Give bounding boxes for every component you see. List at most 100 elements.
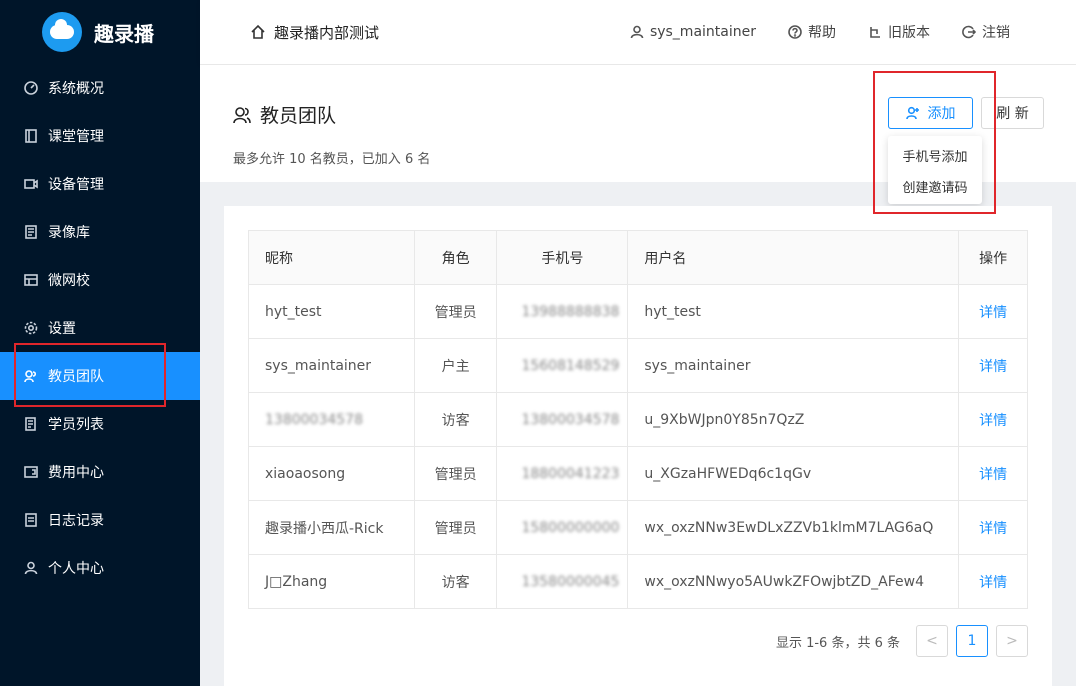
cell-role: 管理员 — [413, 446, 498, 501]
old-version-link[interactable]: 旧版本 — [868, 22, 930, 42]
home-icon — [251, 24, 265, 39]
sidebar-item-label: 教员团队 — [48, 369, 104, 385]
cell-username: sys_maintainer — [627, 338, 960, 393]
billing-icon — [24, 465, 38, 479]
rollback-icon — [870, 27, 880, 38]
sidebar-item-label: 个人中心 — [48, 561, 104, 577]
log-icon — [24, 513, 38, 527]
logout-link[interactable]: 注销 — [962, 22, 1010, 42]
details-link[interactable]: 详情 — [979, 359, 1007, 375]
column-header-phone: 手机号 — [496, 230, 629, 285]
student-list-icon — [24, 417, 38, 431]
add-member-button[interactable]: 添加 — [888, 97, 973, 129]
menu-item-add-by-phone[interactable]: 手机号添加 — [888, 140, 982, 171]
refresh-button[interactable]: 刷 新 — [981, 97, 1044, 129]
table-row: 趣录播小西瓜-Rick 管理员 15800000000 wx_oxzNNw3Ew… — [248, 500, 1028, 555]
logout-icon — [962, 25, 976, 39]
prev-page-button[interactable]: < — [916, 625, 948, 657]
brand[interactable]: 趣录播 — [0, 0, 200, 64]
sidebar-item-logs[interactable]: 日志记录 — [0, 496, 200, 544]
cell-nickname: hyt_test — [248, 284, 415, 339]
cell-phone: 13988888838 — [496, 284, 629, 339]
sidebar-item-library[interactable]: 录像库 — [0, 208, 200, 256]
user-icon — [24, 561, 38, 575]
sidebar-item-class[interactable]: 课堂管理 — [0, 112, 200, 160]
org-title[interactable]: 趣录播内部测试 — [250, 22, 379, 43]
pagination-total: 显示 1-6 条，共 6 条 — [775, 635, 900, 651]
team-icon — [24, 369, 38, 383]
cloud-logo-icon — [42, 12, 82, 52]
table-row: J□Zhang 访客 13580000045 wx_oxzNNwyo5AUwkZ… — [248, 554, 1028, 609]
cell-nickname: xiaoaosong — [248, 446, 415, 501]
details-link[interactable]: 详情 — [979, 467, 1007, 483]
refresh-button-label: 刷 新 — [996, 106, 1029, 122]
table-row: hyt_test 管理员 13988888838 hyt_test 详情 — [248, 284, 1028, 339]
username-label: sys_maintainer — [649, 24, 756, 40]
table-header-row: 昵称 角色 手机号 用户名 操作 — [248, 230, 1028, 285]
help-label: 帮助 — [808, 25, 836, 41]
old-version-label: 旧版本 — [888, 25, 930, 41]
cell-username: u_9XbWJpn0Y85n7QzZ — [627, 392, 960, 447]
menu-item-create-invite-code[interactable]: 创建邀请码 — [888, 171, 982, 202]
sidebar-item-team[interactable]: 教员团队 — [0, 352, 200, 400]
help-link[interactable]: 帮助 — [788, 22, 836, 42]
table-row: 13800034578 访客 13800034578 u_9XbWJpn0Y85… — [248, 392, 1028, 447]
cell-phone: 15800000000 — [496, 500, 629, 555]
details-link[interactable]: 详情 — [979, 521, 1007, 537]
top-header: 趣录播内部测试 sys_maintainer 帮助 旧版本 注销 — [200, 0, 1076, 64]
sidebar-item-profile[interactable]: 个人中心 — [0, 544, 200, 592]
cell-nickname: J□Zhang — [248, 554, 415, 609]
details-link[interactable]: 详情 — [979, 413, 1007, 429]
sidebar: 趣录播 系统概况 课堂管理 设备管理 录像库 微网校 设置 教员团队 学员列表 … — [0, 0, 200, 686]
sidebar-item-label: 录像库 — [48, 225, 90, 241]
sidebar-item-overview[interactable]: 系统概况 — [0, 64, 200, 112]
sidebar-item-label: 课堂管理 — [48, 129, 104, 145]
sidebar-item-students[interactable]: 学员列表 — [0, 400, 200, 448]
column-header-nickname: 昵称 — [248, 230, 415, 285]
app-name: 趣录播 — [94, 21, 154, 46]
details-link[interactable]: 详情 — [979, 305, 1007, 321]
gear-icon — [24, 321, 38, 335]
cell-username: wx_oxzNNw3EwDLxZZVb1klmM7LAG6aQ — [627, 500, 960, 555]
details-link[interactable]: 详情 — [979, 575, 1007, 591]
help-icon — [788, 25, 802, 39]
cell-role: 访客 — [413, 554, 498, 609]
column-header-actions: 操作 — [958, 230, 1028, 285]
add-user-icon — [905, 106, 919, 120]
cell-role: 管理员 — [413, 500, 498, 555]
sidebar-item-settings[interactable]: 设置 — [0, 304, 200, 352]
sidebar-item-label: 费用中心 — [48, 465, 104, 481]
table-row: xiaoaosong 管理员 18800041223 u_XGzaHFWEDq6… — [248, 446, 1028, 501]
book-icon — [24, 129, 38, 143]
sidebar-item-school[interactable]: 微网校 — [0, 256, 200, 304]
cell-username: hyt_test — [627, 284, 960, 339]
cell-nickname: 趣录播小西瓜-Rick — [248, 500, 415, 555]
org-title-text: 趣录播内部测试 — [274, 23, 380, 42]
cell-role: 管理员 — [413, 284, 498, 339]
user-menu[interactable]: sys_maintainer — [630, 24, 756, 40]
sidebar-item-label: 系统概况 — [48, 81, 104, 97]
table-row: sys_maintainer 户主 15608148529 sys_mainta… — [248, 338, 1028, 393]
sidebar-item-label: 日志记录 — [48, 513, 104, 529]
next-page-button[interactable]: > — [996, 625, 1028, 657]
sidebar-item-label: 学员列表 — [48, 417, 104, 433]
logout-label: 注销 — [982, 25, 1010, 41]
sidebar-item-label: 设备管理 — [48, 177, 104, 193]
cell-nickname: 13800034578 — [248, 392, 415, 447]
page-title-text: 教员团队 — [260, 105, 337, 127]
cell-username: wx_oxzNNwyo5AUwkZFOwjbtZD_AFew4 — [627, 554, 960, 609]
add-dropdown-menu: 手机号添加 创建邀请码 — [888, 136, 982, 204]
sidebar-item-label: 微网校 — [48, 273, 90, 289]
page-title: 教员团队 — [232, 101, 336, 128]
page-button-current[interactable]: 1 — [956, 625, 988, 657]
header-actions: sys_maintainer 帮助 旧版本 注销 — [598, 22, 1010, 42]
sidebar-item-billing[interactable]: 费用中心 — [0, 448, 200, 496]
team-icon — [233, 106, 251, 123]
sidebar-menu: 系统概况 课堂管理 设备管理 录像库 微网校 设置 教员团队 学员列表 费用中心… — [0, 64, 200, 592]
team-capacity-text: 最多允许 10 名教员，已加入 6 名 — [233, 152, 431, 167]
sidebar-item-device[interactable]: 设备管理 — [0, 160, 200, 208]
cell-phone: 15608148529 — [496, 338, 629, 393]
add-button-label: 添加 — [927, 106, 956, 122]
library-icon — [24, 225, 38, 239]
sidebar-item-label: 设置 — [48, 321, 76, 337]
